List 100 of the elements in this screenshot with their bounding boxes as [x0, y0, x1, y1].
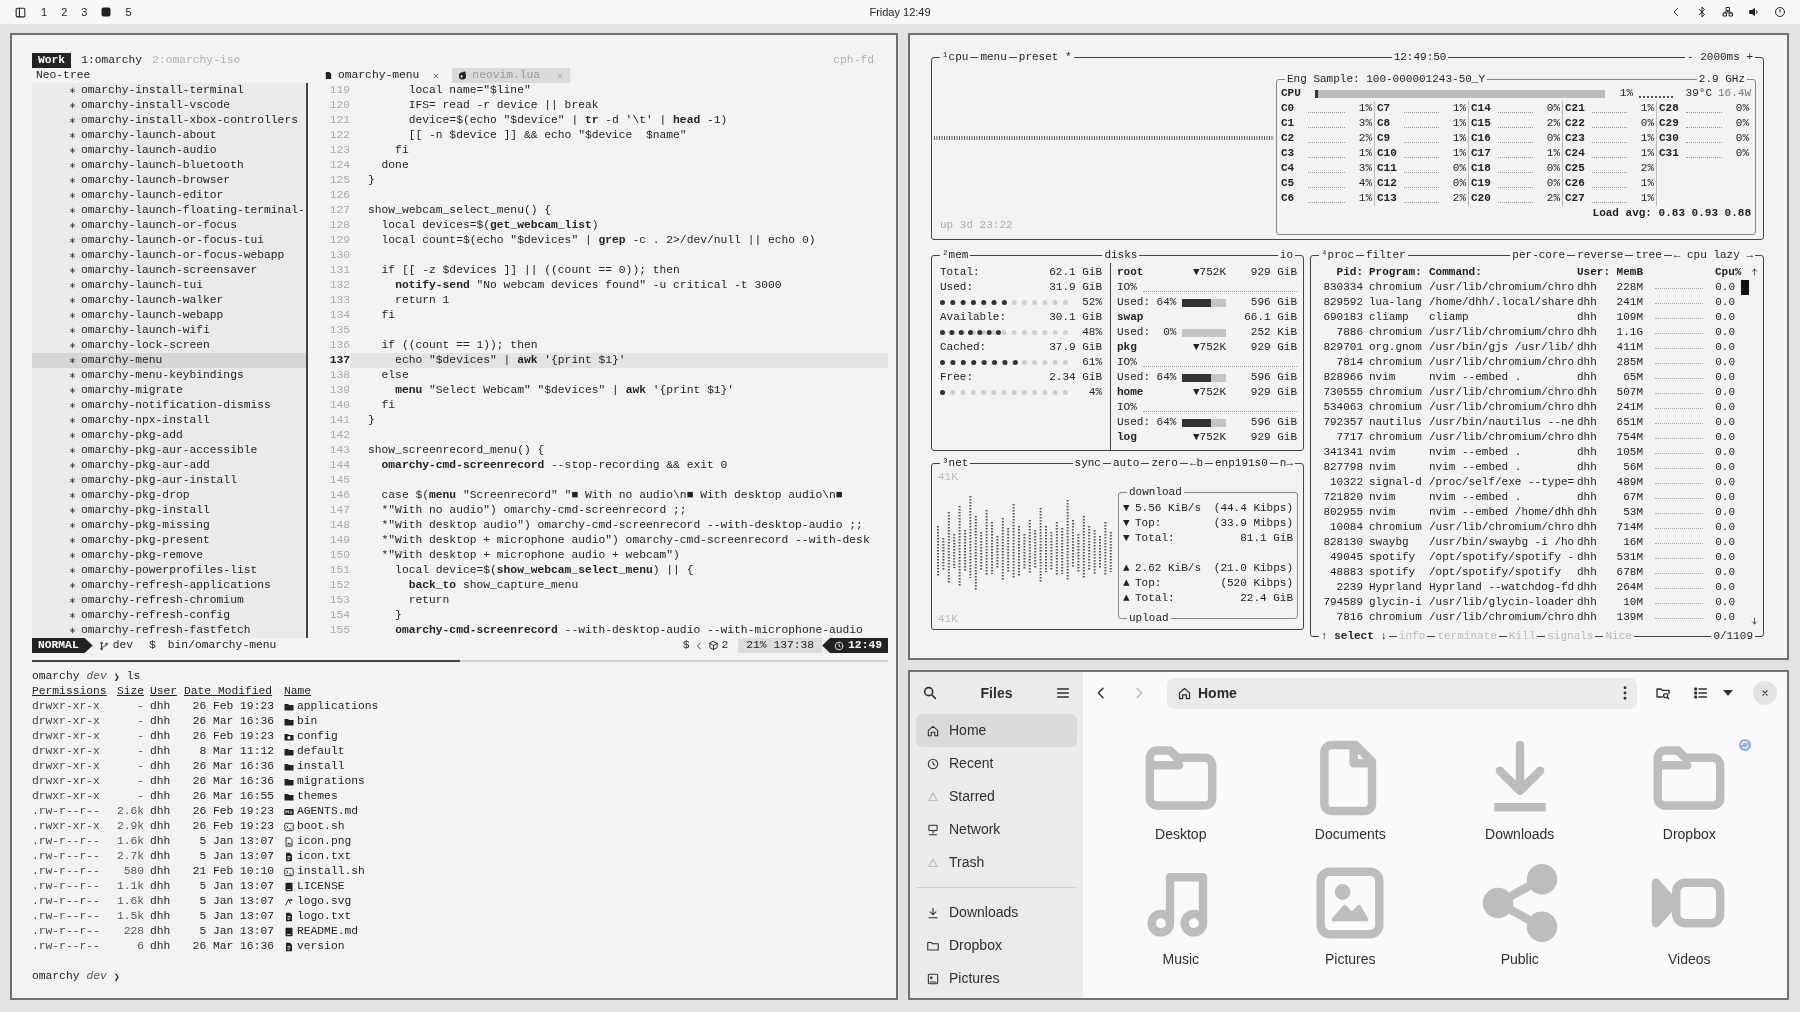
- panel-tab[interactable]: disks: [1102, 248, 1140, 263]
- file-tree-item[interactable]: omarchy-launch-or-focus-webapp: [32, 248, 306, 263]
- list-view-icon[interactable]: [1693, 685, 1709, 701]
- disk-io: ▼752K: [1193, 430, 1226, 445]
- file-tree-item[interactable]: omarchy-launch-about: [32, 128, 306, 143]
- file-tree-item[interactable]: omarchy-install-vscode: [32, 98, 306, 113]
- sidebar-item[interactable]: Network: [916, 813, 1077, 846]
- file-tree-item[interactable]: omarchy-pkg-present: [32, 533, 306, 548]
- more-icon[interactable]: [1623, 686, 1627, 700]
- file-tree-item[interactable]: omarchy-launch-bluetooth: [32, 158, 306, 173]
- folder-item[interactable]: Public: [1435, 859, 1605, 970]
- path-bar[interactable]: Home: [1167, 677, 1637, 709]
- file-name: logo.txt: [297, 909, 352, 924]
- file-tree-item[interactable]: omarchy-pkg-aur-install: [32, 473, 306, 488]
- file-tree-item[interactable]: omarchy-launch-audio: [32, 143, 306, 158]
- size-cell-text: -: [136, 699, 144, 714]
- scrollbar-thumb[interactable]: [1741, 280, 1749, 295]
- file-tree-item[interactable]: omarchy-launch-screensaver: [32, 263, 306, 278]
- file-tree-item[interactable]: omarchy-refresh-fastfetch: [32, 623, 306, 638]
- folder-item[interactable]: Documents: [1265, 734, 1435, 845]
- sidebar-item[interactable]: Home: [916, 714, 1077, 747]
- asterisk-icon: [69, 87, 76, 94]
- search-icon[interactable]: [922, 685, 938, 701]
- tmux-window-tab[interactable]: 1:omarchy: [81, 53, 143, 68]
- close-icon[interactable]: [432, 71, 441, 80]
- file-tree-item[interactable]: omarchy-pkg-add: [32, 428, 306, 443]
- file-tree-item[interactable]: omarchy-menu: [32, 353, 306, 368]
- folder-item[interactable]: Downloads: [1435, 734, 1605, 845]
- workspace-button[interactable]: 1: [41, 3, 48, 21]
- sidebar-item[interactable]: Trash: [916, 846, 1077, 879]
- menu-icon[interactable]: [1055, 685, 1071, 701]
- workspace-button[interactable]: 3: [81, 3, 88, 21]
- file-tree-item[interactable]: omarchy-pkg-missing: [32, 518, 306, 533]
- sidebar-item[interactable]: Starred: [916, 780, 1077, 813]
- file-tree-item[interactable]: omarchy-launch-floating-terminal-: [32, 203, 306, 218]
- speaker-icon[interactable]: [1748, 6, 1760, 18]
- file-tree-item[interactable]: omarchy-refresh-applications: [32, 578, 306, 593]
- panel-option[interactable]: ← cpu lazy →: [1671, 248, 1755, 263]
- layout-icon[interactable]: [14, 5, 27, 19]
- file-tree-item[interactable]: omarchy-install-xbox-controllers: [32, 113, 306, 128]
- sidebar-item[interactable]: Dropbox: [916, 929, 1077, 962]
- line-number: 146: [328, 488, 350, 503]
- sidebar-item[interactable]: Downloads: [916, 896, 1077, 929]
- line-number: 129: [328, 233, 350, 248]
- file-tree-item[interactable]: omarchy-menu-keybindings: [32, 368, 306, 383]
- workspace-button[interactable]: 2: [61, 3, 68, 21]
- file-tree-item[interactable]: omarchy-refresh-chromium: [32, 593, 306, 608]
- size-cell-text: -: [136, 714, 144, 729]
- core-percent: 1%: [1639, 101, 1654, 116]
- program-cell-text: nvim: [1368, 505, 1397, 520]
- file-tree-item[interactable]: omarchy-refresh-config: [32, 608, 306, 623]
- scroll-up-icon[interactable]: [1750, 267, 1759, 277]
- file-tree-item[interactable]: omarchy-launch-webapp: [32, 308, 306, 323]
- active-workspace-icon[interactable]: [101, 7, 112, 17]
- power-icon[interactable]: [1774, 6, 1786, 18]
- panel-tab[interactable]: ⁴proc: [1319, 248, 1356, 263]
- date-cell-text: 26 Mar 16:55: [191, 789, 274, 804]
- editor-tab[interactable]: omarchy-menu: [318, 68, 447, 83]
- folder-item[interactable]: Pictures: [1265, 859, 1435, 970]
- line-number: 153: [328, 593, 350, 608]
- panel-tab[interactable]: ¹cpu: [940, 50, 971, 65]
- pid-cell-text: 827798: [1322, 460, 1363, 475]
- command-cell-text: /usr/bin/swaybg -i /ho: [1428, 535, 1576, 550]
- file-tree-item[interactable]: omarchy-powerprofiles-list: [32, 563, 306, 578]
- file-tree-item[interactable]: omarchy-launch-wifi: [32, 323, 306, 338]
- file-tree-item[interactable]: omarchy-pkg-aur-add: [32, 458, 306, 473]
- file-tree-item[interactable]: omarchy-launch-or-focus: [32, 218, 306, 233]
- file-tree-item[interactable]: omarchy-install-terminal: [32, 83, 306, 98]
- panel-tab[interactable]: preset *: [1016, 50, 1074, 65]
- file-tree-item[interactable]: omarchy-pkg-remove: [32, 548, 306, 563]
- folder-item[interactable]: Videos: [1604, 859, 1774, 970]
- file-tree-item[interactable]: omarchy-pkg-drop: [32, 488, 306, 503]
- core-percent: 1%: [1451, 101, 1466, 116]
- traffic-value: (21.0 Kibps): [1213, 561, 1293, 576]
- file-tree-item[interactable]: omarchy-launch-walker: [32, 293, 306, 308]
- file-tree-item[interactable]: omarchy-pkg-aur-accessible: [32, 443, 306, 458]
- cpu-cell-text: 0.0: [1714, 280, 1735, 295]
- user-cell-text: dhh: [1577, 520, 1598, 535]
- workspace-button[interactable]: 5: [125, 3, 132, 21]
- folder-item[interactable]: Music: [1096, 859, 1266, 970]
- panel-option[interactable]: enp191s0: [1213, 456, 1270, 471]
- scroll-down-icon[interactable]: [1750, 616, 1759, 626]
- folder-item[interactable]: Desktop: [1096, 734, 1266, 845]
- file-tree-item[interactable]: omarchy-npx-install: [32, 413, 306, 428]
- folder-item[interactable]: Dropbox: [1604, 734, 1774, 845]
- file-tree-item[interactable]: omarchy-lock-screen: [32, 338, 306, 353]
- folder-search-icon[interactable]: [1655, 685, 1671, 701]
- asterisk-icon: [69, 507, 76, 514]
- file-tree-item[interactable]: omarchy-launch-browser: [32, 173, 306, 188]
- bluetooth-icon[interactable]: [1696, 6, 1708, 18]
- file-tree-item[interactable]: omarchy-launch-or-focus-tui: [32, 233, 306, 248]
- sidebar-item[interactable]: Recent: [916, 747, 1077, 780]
- network-icon[interactable]: [1722, 6, 1734, 18]
- file-tree-item[interactable]: omarchy-migrate: [32, 383, 306, 398]
- file-tree-item[interactable]: omarchy-pkg-install: [32, 503, 306, 518]
- file-tree-item[interactable]: omarchy-notification-dismiss: [32, 398, 306, 413]
- file-tree-item[interactable]: omarchy-launch-editor: [32, 188, 306, 203]
- sidebar-item[interactable]: Pictures: [916, 962, 1077, 995]
- file-tree-item[interactable]: omarchy-launch-tui: [32, 278, 306, 293]
- caret-icon[interactable]: [1723, 690, 1733, 696]
